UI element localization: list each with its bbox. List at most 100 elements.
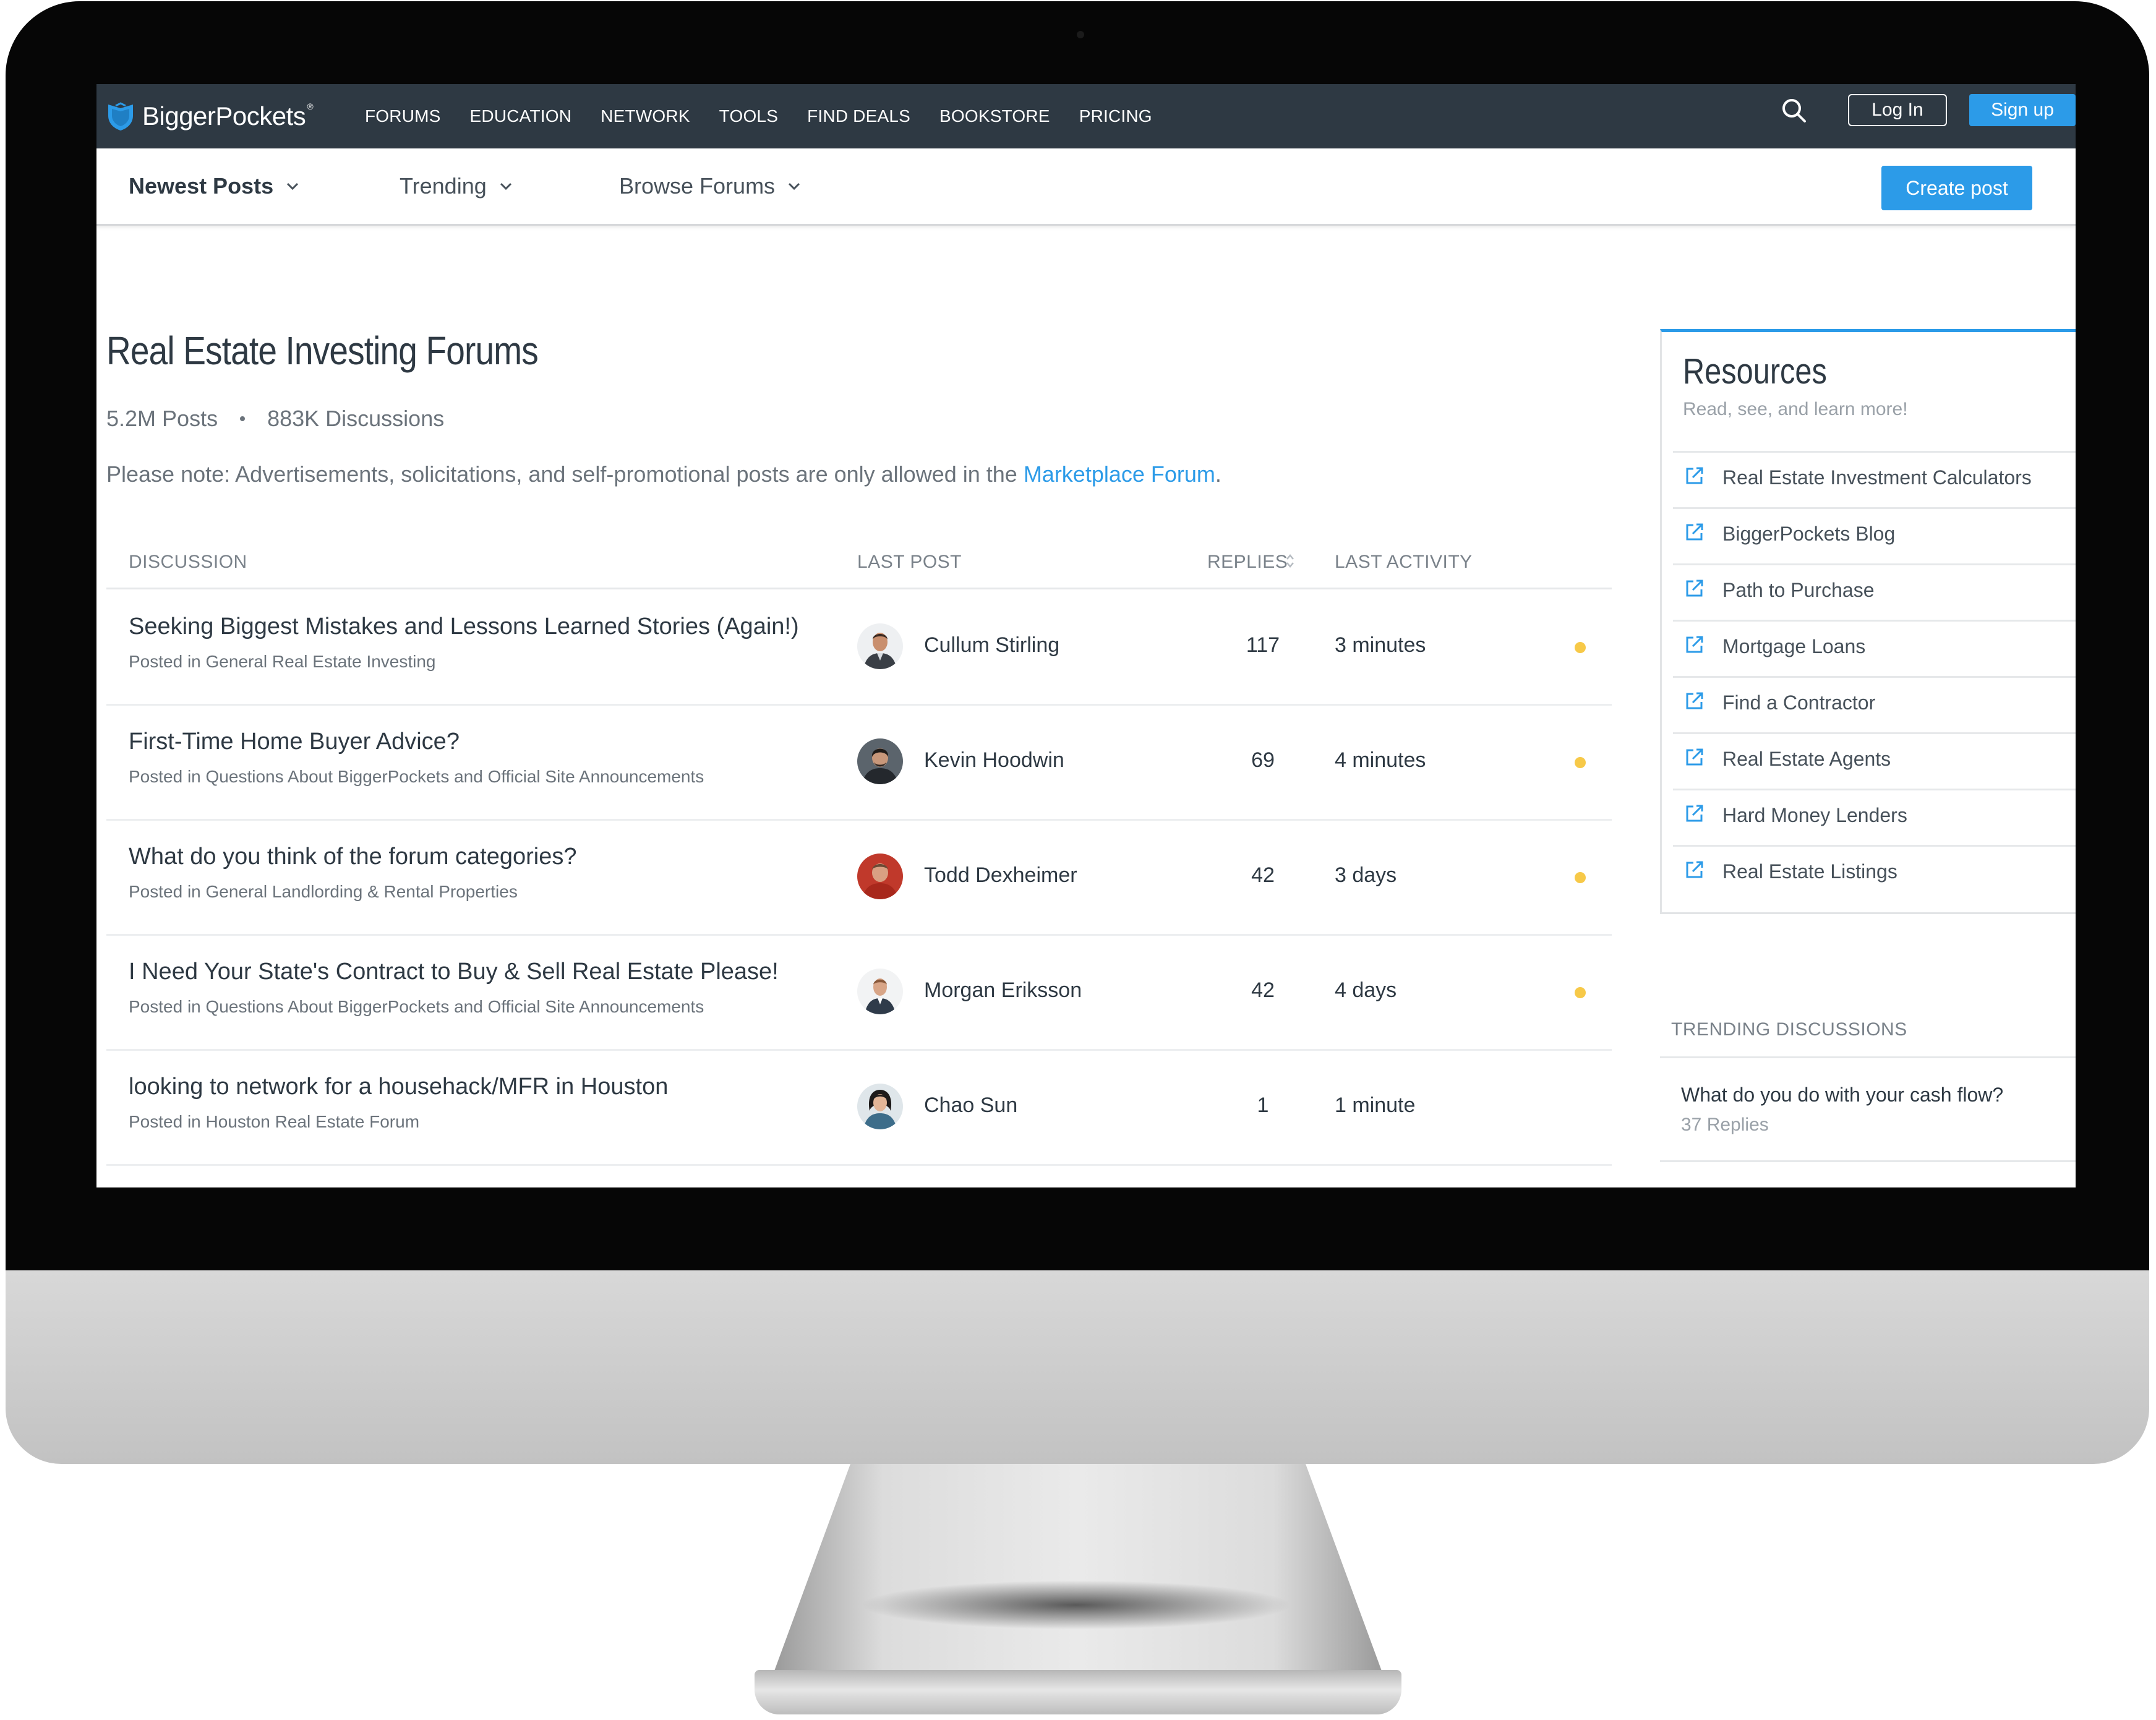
page-title: Real Estate Investing Forums [106,328,539,373]
main-nav: FORUMS EDUCATION NETWORK TOOLS FIND DEAL… [365,84,1181,148]
resource-label: BiggerPockets Blog [1722,523,1896,545]
tab-label: Browse Forums [619,173,776,199]
discussion-category[interactable]: Posted in Houston Real Estate Forum [129,1112,419,1132]
external-link-icon [1686,861,1703,878]
avatar[interactable] [857,854,903,899]
external-link-icon [1686,692,1703,709]
site-logo[interactable]: BiggerPockets ® [106,93,314,140]
signup-button[interactable]: Sign up [1969,94,2076,126]
discussion-category[interactable]: Posted in Questions About BiggerPockets … [129,997,704,1017]
marketplace-forum-link[interactable]: Marketplace Forum [1024,461,1215,487]
trending-discussion-replies: 37 Replies [1681,1115,1769,1135]
trending-discussion-title[interactable]: What do you do with your cash flow? [1681,1084,2003,1106]
forum-subnav: Newest Posts Trending Browse Forums Crea… [96,148,2076,226]
replies-count: 1 [1257,1093,1269,1117]
discussion-title[interactable]: First-Time Home Buyer Advice? [129,729,460,755]
table-row[interactable]: looking to network for a househack/MFR i… [106,1049,1612,1166]
nav-education[interactable]: EDUCATION [470,106,572,126]
column-last-post: LAST POST [857,552,962,572]
avatar[interactable] [857,969,903,1014]
shield-logo-icon [108,102,133,130]
discussion-category[interactable]: Posted in General Landlording & Rental P… [129,882,518,902]
logo-text: BiggerPockets [142,101,306,130]
replies-count: 69 [1251,748,1275,772]
chevron-down-icon [789,182,800,190]
sort-icon[interactable] [1285,553,1295,569]
tab-newest-posts[interactable]: Newest Posts [129,148,299,224]
unread-indicator [1575,872,1586,883]
replies-count: 42 [1251,863,1275,887]
resource-label: Real Estate Agents [1722,748,1891,770]
nav-pricing[interactable]: PRICING [1079,106,1152,126]
resource-link[interactable]: Real Estate Agents [1673,732,2076,789]
search-icon[interactable] [1779,95,1810,126]
unread-indicator [1575,757,1586,768]
avatar[interactable] [857,1084,903,1129]
discussion-title[interactable]: Seeking Biggest Mistakes and Lessons Lea… [129,614,799,640]
resource-link[interactable]: Mortgage Loans [1673,620,2076,676]
nav-forums[interactable]: FORUMS [365,106,441,126]
resource-link[interactable]: Find a Contractor [1673,676,2076,732]
avatar[interactable] [857,738,903,784]
column-last-activity: LAST ACTIVITY [1335,552,1473,572]
forum-stats: 5.2M Posts 883K Discussions [106,406,444,432]
nav-bookstore[interactable]: BOOKSTORE [939,106,1050,126]
monitor-stand [773,1464,1383,1674]
tab-trending[interactable]: Trending [400,148,513,224]
trending-header: TRENDING DISCUSSIONS [1671,1019,1907,1040]
nav-network[interactable]: NETWORK [601,106,690,126]
discussions-count: 883K Discussions [267,406,445,431]
posts-count: 5.2M Posts [106,406,218,431]
column-replies[interactable]: REPLIES [1207,552,1288,573]
resource-link[interactable]: Real Estate Listings [1673,845,2076,901]
last-post-author[interactable]: Kevin Hoodwin [924,748,1064,772]
notice-text: Please note: Advertisements, solicitatio… [106,461,1024,487]
discussion-title[interactable]: I Need Your State's Contract to Buy & Se… [129,959,779,985]
tab-label: Newest Posts [129,173,274,199]
external-link-icon [1686,523,1703,541]
create-post-button[interactable]: Create post [1881,166,2032,210]
last-activity: 4 minutes [1335,748,1426,772]
last-post-author[interactable]: Cullum Stirling [924,633,1059,657]
resource-label: Find a Contractor [1722,691,1876,714]
last-post-author[interactable]: Morgan Eriksson [924,978,1082,1003]
screen: BiggerPockets ® FORUMS EDUCATION NETWORK… [96,84,2076,1187]
stand-shadow [860,1580,1293,1630]
table-row[interactable]: I Need Your State's Contract to Buy & Se… [106,934,1612,1051]
discussion-category[interactable]: Posted in Questions About BiggerPockets … [129,767,704,787]
column-discussion: DISCUSSION [129,552,247,572]
table-row[interactable]: Seeking Biggest Mistakes and Lessons Lea… [106,589,1612,706]
last-post-author[interactable]: Todd Dexheimer [924,863,1077,888]
tab-browse-forums[interactable]: Browse Forums [619,148,801,224]
discussion-title[interactable]: looking to network for a househack/MFR i… [129,1074,668,1100]
resource-label: Hard Money Lenders [1722,804,1907,826]
monitor-chin [6,1270,2149,1464]
resource-label: Mortgage Loans [1722,635,1866,657]
resource-link[interactable]: BiggerPockets Blog [1673,507,2076,563]
table-row[interactable]: What do you think of the forum categorie… [106,819,1612,936]
divider [1660,1160,2076,1162]
external-link-icon [1686,580,1703,597]
last-post-author[interactable]: Chao Sun [924,1093,1017,1118]
discussion-category[interactable]: Posted in General Real Estate Investing [129,652,436,672]
nav-find-deals[interactable]: FIND DEALS [807,106,910,126]
resource-link[interactable]: Path to Purchase [1673,563,2076,620]
separator-dot [240,416,246,421]
login-button[interactable]: Log In [1848,94,1947,126]
camera-dot [1077,31,1084,38]
nav-tools[interactable]: TOOLS [719,106,778,126]
external-link-icon [1686,805,1703,822]
resource-link[interactable]: Hard Money Lenders [1673,789,2076,845]
table-header: DISCUSSION LAST POST REPLIES LAST ACTIVI… [106,534,1612,589]
resource-label: Path to Purchase [1722,579,1875,601]
external-link-icon [1686,748,1703,766]
replies-count: 117 [1246,633,1280,657]
external-link-icon [1686,467,1703,484]
monitor-foot [755,1670,1401,1714]
discussion-title[interactable]: What do you think of the forum categorie… [129,844,577,870]
avatar[interactable] [857,623,903,669]
divider [1660,1056,2076,1058]
replies-count: 42 [1251,978,1275,1002]
table-row[interactable]: First-Time Home Buyer Advice? Posted in … [106,704,1612,821]
resource-link[interactable]: Real Estate Investment Calculators [1673,451,2076,507]
